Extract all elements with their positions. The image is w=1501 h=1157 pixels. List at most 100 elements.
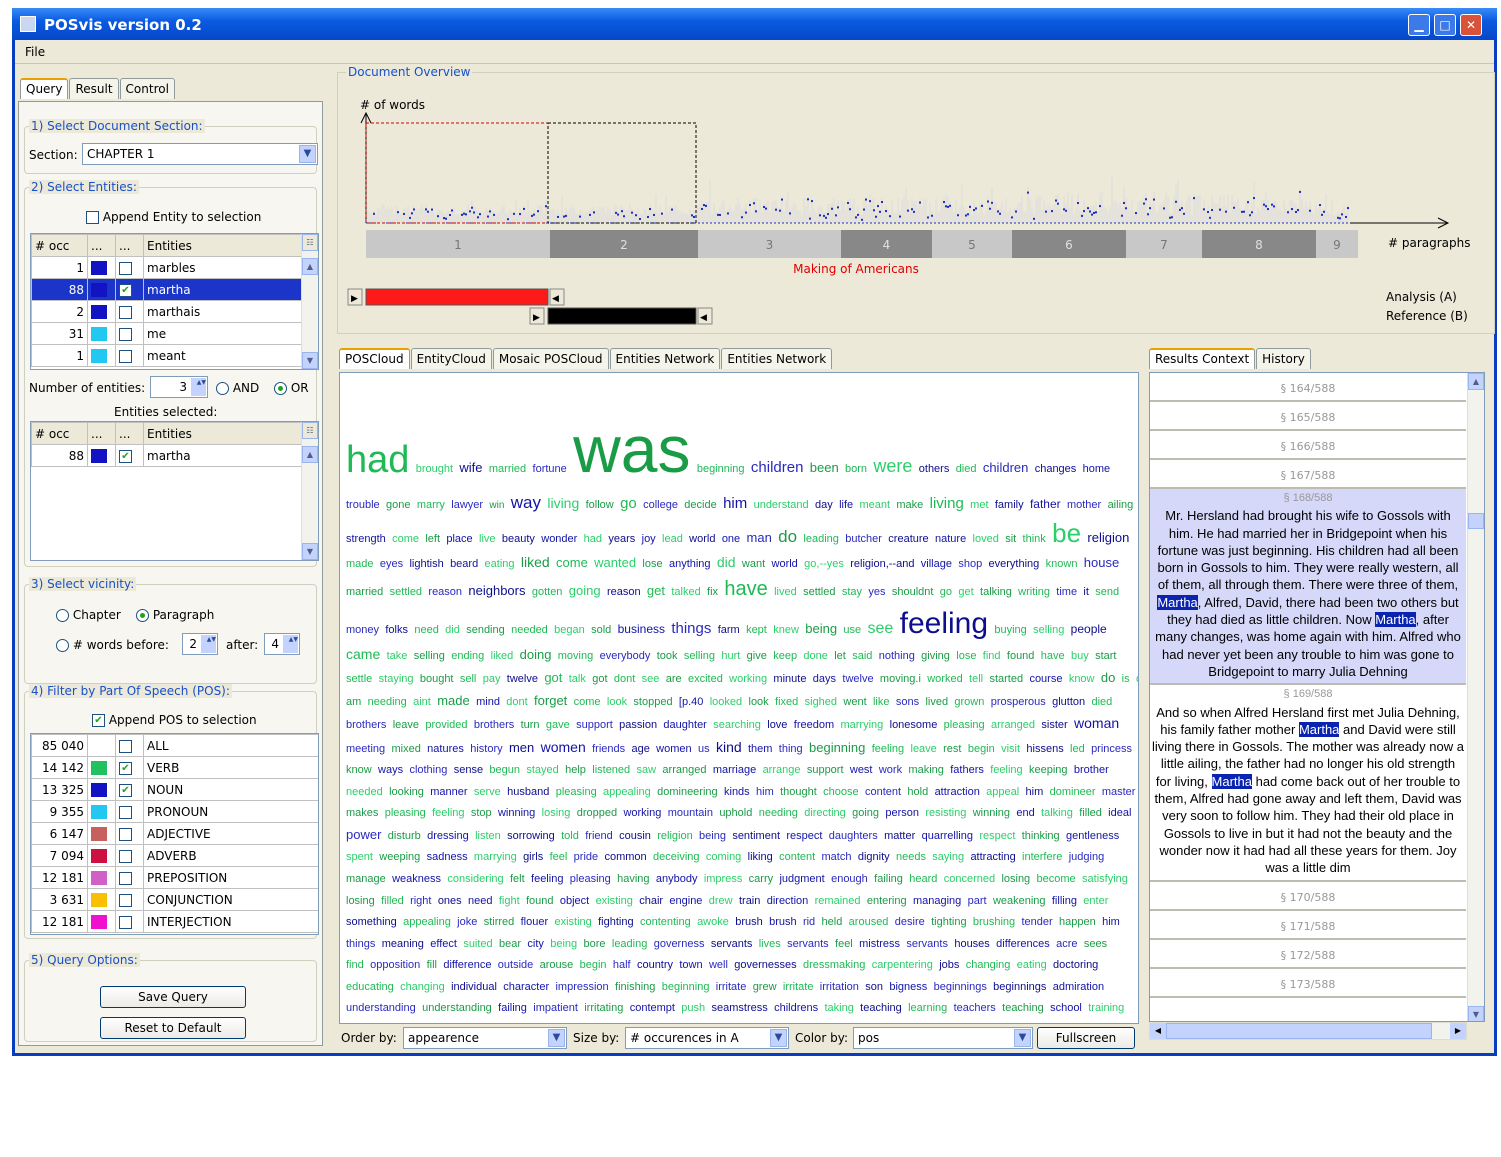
- paragraph-header[interactable]: § 164/588: [1150, 373, 1466, 402]
- cloud-word[interactable]: needed: [511, 624, 548, 636]
- cloud-word[interactable]: friends: [592, 743, 625, 755]
- row-checkbox[interactable]: [119, 893, 132, 907]
- cloud-word[interactable]: match: [822, 851, 852, 864]
- cloud-word[interactable]: doctoring: [1053, 959, 1098, 971]
- cloud-word[interactable]: shouldnt: [892, 586, 934, 598]
- cloud-word[interactable]: stirred: [484, 916, 515, 928]
- cloud-word[interactable]: lived: [925, 696, 948, 708]
- check-cell[interactable]: [115, 866, 144, 889]
- cloud-word[interactable]: fixed: [775, 696, 798, 708]
- cloud-word[interactable]: strength: [346, 533, 386, 545]
- cloud-word[interactable]: let: [834, 650, 846, 663]
- cloud-word[interactable]: folks: [385, 624, 408, 636]
- cloud-word[interactable]: sentiment: [732, 830, 780, 842]
- cloud-word[interactable]: going: [852, 807, 879, 820]
- words-radio[interactable]: [56, 639, 69, 652]
- cloud-word[interactable]: got: [544, 670, 562, 685]
- cloud-word[interactable]: engine: [669, 895, 702, 907]
- hscroll-thumb[interactable]: [1166, 1023, 1432, 1039]
- cloud-word[interactable]: nothing: [879, 650, 915, 663]
- cloud-word[interactable]: hold: [907, 786, 928, 798]
- cloud-word[interactable]: him: [1026, 786, 1044, 798]
- cloud-word[interactable]: loved: [973, 533, 999, 545]
- cloud-word[interactable]: twelve: [842, 673, 873, 685]
- row-checkbox[interactable]: [119, 261, 132, 275]
- pos-row[interactable]: 3 631 CONJUNCTION: [31, 888, 318, 911]
- paragraph-header[interactable]: § 167/588: [1150, 460, 1466, 489]
- cloud-word[interactable]: gave: [546, 719, 570, 731]
- cloud-word[interactable]: sister: [1041, 719, 1067, 731]
- save-query-button[interactable]: Save Query: [100, 986, 246, 1008]
- cloud-word[interactable]: said: [852, 650, 872, 663]
- cloud-word[interactable]: servants: [711, 938, 753, 950]
- cloud-word[interactable]: jobs: [939, 959, 959, 971]
- cloud-word[interactable]: brush: [735, 916, 763, 928]
- cloud-word[interactable]: found: [1007, 650, 1035, 663]
- entity-highlight[interactable]: Martha: [1375, 612, 1416, 628]
- cloud-word[interactable]: moving.i: [880, 673, 921, 685]
- cloud-word[interactable]: person: [885, 807, 919, 820]
- paragraph-header[interactable]: § 166/588: [1150, 431, 1466, 460]
- color-swatch[interactable]: [87, 278, 116, 301]
- cloud-word[interactable]: interfere: [1022, 851, 1062, 864]
- tab-entities-network-2[interactable]: Entities Network: [721, 348, 833, 369]
- cloud-word[interactable]: come: [556, 555, 588, 570]
- cloud-word[interactable]: liked: [521, 554, 550, 570]
- columns-icon[interactable]: ☷: [302, 422, 318, 439]
- cloud-word[interactable]: arranged: [991, 719, 1035, 731]
- cloud-word[interactable]: business: [618, 622, 665, 636]
- cloud-word[interactable]: begin: [968, 743, 995, 755]
- check-cell[interactable]: [115, 300, 144, 323]
- cloud-word[interactable]: failing: [498, 1002, 527, 1014]
- cloud-word[interactable]: everybody: [600, 650, 651, 663]
- overview-chart[interactable]: # of words # paragraphs Making of Americ…: [338, 73, 1494, 333]
- cloud-word[interactable]: feeling: [432, 807, 464, 820]
- cloud-word[interactable]: looked: [710, 696, 742, 708]
- cloud-word[interactable]: pleasing: [570, 873, 611, 885]
- cloud-word[interactable]: opposition: [370, 959, 420, 971]
- cloud-word[interactable]: married: [489, 463, 526, 475]
- cloud-word[interactable]: looking: [389, 786, 424, 798]
- cloud-word[interactable]: fathers: [950, 764, 984, 776]
- tab-result[interactable]: Result: [69, 78, 119, 99]
- cloud-word[interactable]: beginnings: [993, 981, 1046, 993]
- cloud-word[interactable]: see: [867, 620, 893, 637]
- entity-row[interactable]: 88 ✔ martha: [31, 278, 304, 301]
- cloud-word[interactable]: made: [346, 558, 374, 571]
- cloud-word[interactable]: known: [1046, 558, 1078, 571]
- cloud-word[interactable]: makes: [346, 807, 378, 820]
- cloud-word[interactable]: lose: [642, 558, 662, 571]
- entity-row[interactable]: 1 meant: [31, 344, 304, 367]
- cloud-word[interactable]: chair: [639, 895, 663, 907]
- cloud-word[interactable]: support: [576, 719, 613, 731]
- cloud-word[interactable]: understand: [754, 499, 809, 512]
- section-select[interactable]: CHAPTER 1 ▼: [82, 143, 318, 165]
- reset-default-button[interactable]: Reset to Default: [100, 1017, 246, 1039]
- minimize-button[interactable]: ▁: [1408, 14, 1430, 36]
- and-option[interactable]: AND: [216, 381, 259, 395]
- cloud-word[interactable]: time: [1056, 586, 1077, 598]
- cloud-word[interactable]: selling: [414, 650, 445, 663]
- scroll-down-icon[interactable]: ▼: [1468, 1006, 1484, 1021]
- cloud-word[interactable]: weakening: [993, 895, 1046, 907]
- cloud-word[interactable]: bore: [584, 938, 606, 950]
- cloud-word[interactable]: find: [346, 959, 364, 971]
- check-cell[interactable]: ✔: [115, 756, 144, 779]
- cloud-word[interactable]: reason: [428, 586, 462, 598]
- tab-mosaic-poscloud[interactable]: Mosaic POSCloud: [492, 348, 609, 369]
- cloud-word[interactable]: [p.40: [679, 696, 703, 708]
- cloud-word[interactable]: is: [1122, 673, 1130, 685]
- cloud-word[interactable]: filling: [1052, 895, 1077, 907]
- cloud-word[interactable]: hissens: [1026, 743, 1063, 755]
- cloud-word[interactable]: country: [637, 959, 673, 971]
- cloud-word[interactable]: managing: [913, 895, 961, 907]
- cloud-word[interactable]: feel: [550, 851, 568, 864]
- cloud-word[interactable]: arranged: [662, 764, 706, 776]
- cloud-word[interactable]: others: [919, 463, 950, 475]
- cloud-word[interactable]: doing: [520, 647, 552, 662]
- cloud-word[interactable]: glutton: [1052, 696, 1085, 708]
- cloud-word[interactable]: years: [608, 533, 635, 545]
- cloud-word[interactable]: him: [723, 495, 747, 512]
- cloud-word[interactable]: talk: [569, 673, 586, 685]
- cloud-word[interactable]: uphold: [719, 807, 752, 820]
